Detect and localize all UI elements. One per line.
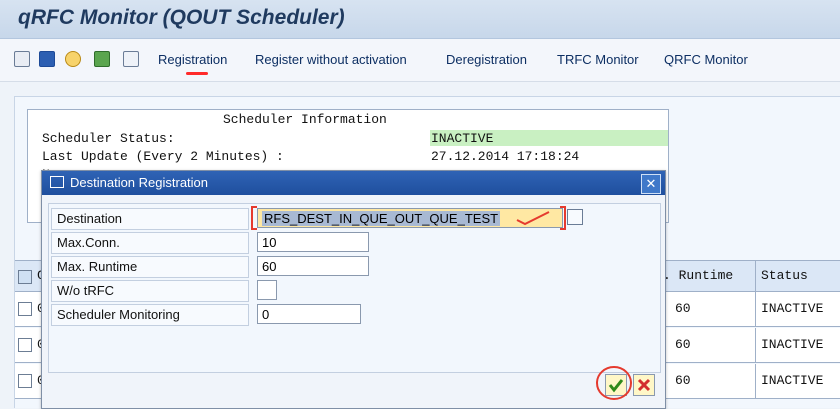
scheduler-status-label: Scheduler Status: (42, 131, 175, 146)
page-title: qRFC Monitor (QOUT Scheduler) (18, 6, 345, 29)
annotation-circle (596, 366, 632, 400)
title-bar: qRFC Monitor (QOUT Scheduler) (0, 0, 840, 39)
delete-icon[interactable] (14, 51, 30, 67)
application-toolbar: Registration Register without activation… (0, 39, 840, 82)
row-checkbox[interactable] (18, 338, 32, 352)
registration-button[interactable]: Registration (158, 52, 227, 67)
scheduler-monitoring-label: Scheduler Monitoring (57, 307, 180, 322)
column-divider (755, 328, 756, 362)
document-icon[interactable] (123, 51, 139, 67)
destination-registration-dialog: Destination Registration ✕ Destination R… (41, 170, 666, 409)
cancel-button[interactable] (633, 374, 655, 396)
column-header-status: Status (761, 268, 808, 283)
destination-label: Destination (57, 211, 123, 226)
scheduler-info-title: Scheduler Information (223, 112, 387, 127)
list-icon[interactable] (94, 51, 110, 67)
column-divider (755, 261, 756, 291)
deregistration-button[interactable]: Deregistration (446, 52, 527, 67)
select-all-checkbox[interactable] (18, 270, 32, 284)
wo-trfc-label: W/o tRFC (57, 283, 115, 298)
annotation-bracket-right (560, 206, 566, 230)
scheduler-monitoring-field[interactable]: 0 (257, 304, 361, 324)
status-cell: INACTIVE (761, 373, 824, 388)
close-icon[interactable]: ✕ (641, 174, 661, 194)
max-conn-label: Max.Conn. (57, 235, 120, 250)
row-checkbox[interactable] (18, 374, 32, 388)
max-runtime-field[interactable]: 60 (257, 256, 369, 276)
runtime-cell: 60 (675, 301, 691, 316)
column-divider (755, 364, 756, 398)
last-update-label: Last Update (Every 2 Minutes) : (42, 149, 284, 164)
annotation-underline (186, 72, 208, 75)
last-update-value: 27.12.2014 17:18:24 (431, 149, 580, 164)
status-cell: INACTIVE (761, 301, 824, 316)
value-help-icon[interactable] (567, 209, 583, 225)
dialog-window-icon (50, 176, 64, 188)
column-header-runtime: . Runtime (663, 268, 734, 283)
refresh-icon[interactable] (39, 51, 55, 67)
cancel-icon (637, 378, 651, 392)
runtime-cell: 60 (675, 373, 691, 388)
scheduler-status-value: INACTIVE (431, 131, 494, 146)
dialog-title: Destination Registration (70, 175, 209, 190)
qrfc-monitor-button[interactable]: QRFC Monitor (664, 52, 748, 67)
row-checkbox[interactable] (18, 302, 32, 316)
trfc-monitor-button[interactable]: TRFC Monitor (557, 52, 639, 67)
max-conn-field[interactable]: 10 (257, 232, 369, 252)
dialog-form-frame: Destination RFS_DEST_IN_QUE_OUT_QUE_TEST… (48, 203, 661, 373)
alert-icon[interactable] (65, 51, 81, 67)
annotation-check-mark (516, 211, 550, 226)
column-divider (755, 292, 756, 326)
status-cell: INACTIVE (761, 337, 824, 352)
destination-value: RFS_DEST_IN_QUE_OUT_QUE_TEST (262, 211, 501, 226)
runtime-cell: 60 (675, 337, 691, 352)
wo-trfc-checkbox[interactable] (257, 280, 277, 300)
dialog-title-bar: Destination Registration ✕ (42, 171, 665, 195)
max-runtime-label: Max. Runtime (57, 259, 138, 274)
register-without-activation-button[interactable]: Register without activation (255, 52, 407, 67)
